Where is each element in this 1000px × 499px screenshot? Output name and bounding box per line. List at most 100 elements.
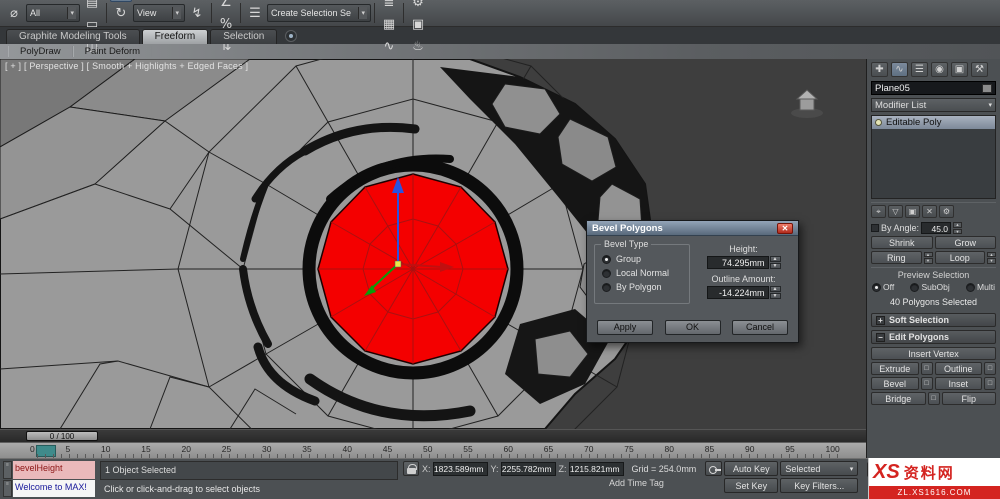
unlink-selection-icon[interactable]: ⌀ <box>3 2 25 24</box>
outline-button[interactable]: Outline <box>934 362 982 375</box>
display-tab-icon[interactable]: ▣ <box>951 62 968 77</box>
bridge-settings-icon[interactable]: □ <box>927 392 940 405</box>
subtab-polydraw[interactable]: PolyDraw <box>8 46 73 57</box>
gizmo-center-handle[interactable] <box>394 260 402 268</box>
maxscript-mini-listener[interactable]: ≡ ≡ bevelHeight Welcome to MAX! <box>3 461 95 497</box>
radio-icon[interactable] <box>910 282 920 292</box>
listener-output-line[interactable]: Welcome to MAX! <box>13 479 95 497</box>
modifier-list-dropdown[interactable]: Modifier List ▾ <box>871 98 996 112</box>
select-and-manipulate-icon[interactable]: ↯ <box>186 2 208 24</box>
graphite-ribbon-icon[interactable]: ▦ <box>378 13 400 35</box>
tab-freeform[interactable]: Freeform <box>141 29 209 44</box>
close-icon[interactable]: ✕ <box>777 222 793 234</box>
radio-group[interactable]: Group <box>602 254 682 264</box>
height-input[interactable]: 74.295mm <box>706 256 769 269</box>
make-unique-icon[interactable]: ▣ <box>905 205 920 218</box>
height-spinner[interactable]: ▲ ▼ <box>769 256 781 269</box>
listener-script-button[interactable]: ≡ <box>3 479 12 497</box>
create-tab-icon[interactable]: ✚ <box>871 62 888 77</box>
preview-subobj-option[interactable]: SubObj <box>910 282 950 292</box>
motion-tab-icon[interactable]: ◉ <box>931 62 948 77</box>
auto-key-button[interactable]: Auto Key <box>724 461 779 476</box>
radio-icon[interactable] <box>602 254 611 264</box>
named-selection-set-dropdown[interactable]: Create Selection Se ▾ <box>267 4 371 22</box>
viewport-label[interactable]: [ + ] [ Perspective ] [ Smooth + Highlig… <box>5 61 248 71</box>
reference-coordinate-dropdown[interactable]: View ▾ <box>133 4 185 22</box>
selection-lock-icon[interactable] <box>403 461 419 476</box>
listener-macro-button[interactable]: ≡ <box>3 461 12 479</box>
loop-button[interactable]: Loop <box>934 251 985 264</box>
pin-stack-icon[interactable]: ⌖ <box>871 205 886 218</box>
flip-button[interactable]: Flip <box>941 392 996 405</box>
apply-button[interactable]: Apply <box>597 320 653 335</box>
grow-button[interactable]: Grow <box>934 236 996 249</box>
bridge-button[interactable]: Bridge <box>871 392 926 405</box>
curve-editor-icon[interactable]: ∿ <box>378 35 400 57</box>
dialog-titlebar[interactable]: Bevel Polygons ✕ <box>587 221 798 236</box>
ring-button[interactable]: Ring <box>871 251 922 264</box>
loop-spinner[interactable]: ▲ ▼ <box>987 251 996 264</box>
minus-icon[interactable]: − <box>876 332 885 342</box>
ok-button[interactable]: OK <box>664 320 721 335</box>
radio-icon[interactable] <box>966 282 976 292</box>
ring-spinner[interactable]: ▲ ▼ <box>923 251 933 264</box>
tab-graphite-modeling-tools[interactable]: Graphite Modeling Tools <box>6 29 140 44</box>
show-end-result-icon[interactable]: ▽ <box>888 205 903 218</box>
radio-by-polygon[interactable]: By Polygon <box>602 282 682 292</box>
select-and-rotate-icon[interactable]: ↻ <box>110 2 132 24</box>
outline-spinner[interactable]: ▲ ▼ <box>769 286 781 299</box>
stack-entry-editable-poly[interactable]: Editable Poly <box>872 116 995 129</box>
key-filters-button[interactable]: Key Filters... <box>780 478 859 493</box>
ribbon-config-icon[interactable] <box>285 30 298 42</box>
hierarchy-tab-icon[interactable]: ☰ <box>911 62 928 77</box>
inset-settings-icon[interactable]: □ <box>984 377 996 390</box>
modifier-stack[interactable]: Editable Poly <box>871 115 996 199</box>
edit-named-selection-sets-icon[interactable]: ☰ <box>244 2 266 24</box>
set-keys-icon[interactable] <box>705 461 723 476</box>
inset-button[interactable]: Inset <box>934 377 982 390</box>
by-angle-input[interactable]: 45.0 <box>921 222 952 234</box>
bevel-button[interactable]: Bevel <box>871 377 919 390</box>
preview-off-option[interactable]: Off <box>872 282 894 292</box>
outline-settings-icon[interactable]: □ <box>984 362 996 375</box>
set-key-button[interactable]: Set Key <box>724 478 779 493</box>
soft-selection-rollout[interactable]: + Soft Selection <box>871 313 996 327</box>
subtab-paint-deform[interactable]: Paint Deform <box>72 46 153 57</box>
coord-y-input[interactable]: 2255.782mm <box>500 461 556 476</box>
radio-icon[interactable] <box>602 268 611 278</box>
radio-local-normal[interactable]: Local Normal <box>602 268 682 278</box>
radio-icon[interactable] <box>602 282 611 292</box>
render-setup-icon[interactable]: ⚙ <box>407 0 429 13</box>
tab-selection[interactable]: Selection <box>210 29 278 44</box>
selection-filter-dropdown[interactable]: All ▾ <box>26 4 80 22</box>
shrink-button[interactable]: Shrink <box>871 236 933 249</box>
extrude-settings-icon[interactable]: □ <box>920 362 933 375</box>
configure-modifier-sets-icon[interactable]: ⚙ <box>939 205 954 218</box>
preview-multi-option[interactable]: Multi <box>966 282 995 292</box>
track-bar[interactable]: 0 / 100 <box>0 429 866 442</box>
timeline-ruler[interactable]: 0 5 10 15 20 25 30 35 40 45 50 55 60 65 70 75 80 85 90 95 10… <box>0 442 866 458</box>
render-production-icon[interactable]: ♨ <box>407 35 429 57</box>
outline-amount-input[interactable]: -14.224mm <box>706 286 769 299</box>
perspective-viewport[interactable]: [ + ] [ Perspective ] [ Smooth + Highlig… <box>0 59 866 429</box>
modify-tab-icon[interactable]: ∿ <box>891 62 908 77</box>
utilities-tab-icon[interactable]: ⚒ <box>971 62 988 77</box>
coord-z-input[interactable]: 1215.821mm <box>568 461 624 476</box>
cancel-button[interactable]: Cancel <box>732 320 788 335</box>
add-time-tag[interactable]: Add Time Tag <box>609 478 664 488</box>
select-by-name-icon[interactable]: ▤ <box>81 0 103 13</box>
lightbulb-icon[interactable] <box>875 119 882 126</box>
object-name-field[interactable]: Plane05 <box>871 81 996 95</box>
coord-x-input[interactable]: 1823.589mm <box>432 461 488 476</box>
insert-vertex-button[interactable]: Insert Vertex <box>871 347 996 360</box>
remove-modifier-icon[interactable]: ✕ <box>922 205 937 218</box>
bevel-settings-icon[interactable]: □ <box>920 377 933 390</box>
layer-manager-icon[interactable]: ≣ <box>378 0 400 13</box>
extrude-button[interactable]: Extrude <box>871 362 919 375</box>
plus-icon[interactable]: + <box>876 315 885 325</box>
by-angle-checkbox[interactable] <box>871 224 879 232</box>
listener-macro-line[interactable]: bevelHeight <box>13 461 95 479</box>
key-mode-dropdown[interactable]: Selected ▾ <box>780 461 859 476</box>
angle-snap-icon[interactable]: ∠ <box>215 0 237 13</box>
by-angle-spinner[interactable]: ▲ ▼ <box>953 222 963 234</box>
